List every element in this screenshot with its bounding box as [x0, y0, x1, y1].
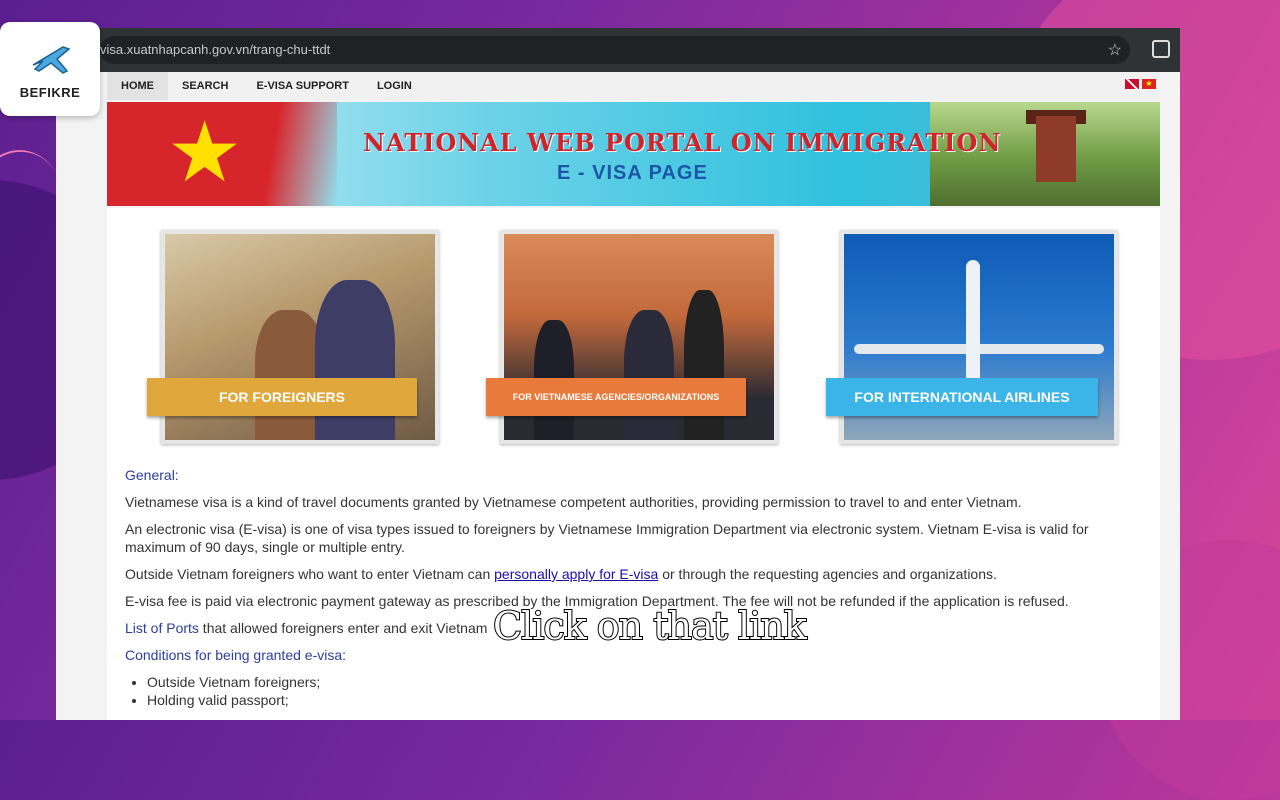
- top-nav: HOME SEARCH E-VISA SUPPORT LOGIN ★: [107, 72, 1160, 100]
- nav-evisa-support[interactable]: E-VISA SUPPORT: [242, 72, 363, 100]
- airplane-icon: [32, 45, 71, 74]
- address-bar: visa.xuatnhapcanh.gov.vn/trang-chu-ttdt …: [56, 28, 1180, 72]
- card-foreigners[interactable]: FOR FOREIGNERS: [147, 230, 439, 444]
- card-agencies[interactable]: FOR VIETNAMESE AGENCIES/ORGANIZATIONS: [486, 230, 778, 444]
- card-label-foreigners[interactable]: FOR FOREIGNERS: [147, 378, 417, 416]
- extensions-icon[interactable]: [1152, 40, 1170, 58]
- condition-item: Holding valid passport;: [147, 691, 1135, 709]
- paragraph-evisa-definition: An electronic visa (E-visa) is one of vi…: [125, 521, 1089, 555]
- condition-item: Outside Vietnam foreigners;: [147, 673, 1135, 691]
- vietnam-flag-icon[interactable]: ★: [1142, 79, 1156, 89]
- general-info: General: Vietnamese visa is a kind of tr…: [125, 466, 1135, 709]
- befikre-logo: BEFIKRE: [0, 22, 100, 116]
- portal-banner: ★ NATIONAL WEB PORTAL ON IMMIGRATION E -…: [107, 102, 1160, 206]
- apply-text-before: Outside Vietnam foreigners who want to e…: [125, 566, 495, 582]
- paragraph-apply: Outside Vietnam foreigners who want to e…: [125, 565, 1135, 583]
- brand-name: BEFIKRE: [19, 84, 81, 100]
- banner-subtitle: E - VISA PAGE: [557, 162, 708, 184]
- ports-text: that allowed foreigners enter and exit V…: [198, 620, 488, 636]
- general-heading: General:: [125, 467, 179, 483]
- card-label-airlines[interactable]: FOR INTERNATIONAL AIRLINES: [826, 378, 1098, 416]
- list-of-ports-link[interactable]: List of Ports: [125, 620, 199, 636]
- conditions-list: Outside Vietnam foreigners; Holding vali…: [125, 673, 1135, 709]
- card-airlines[interactable]: FOR INTERNATIONAL AIRLINES: [826, 230, 1118, 444]
- conditions-heading: Conditions for being granted e-visa:: [125, 647, 347, 663]
- url-text[interactable]: visa.xuatnhapcanh.gov.vn/trang-chu-ttdt: [100, 42, 330, 57]
- nav-login[interactable]: LOGIN: [363, 72, 426, 100]
- uk-flag-icon[interactable]: [1125, 79, 1139, 89]
- apply-evisa-link[interactable]: personally apply for E-visa: [494, 566, 658, 582]
- video-caption: Click on that link: [492, 603, 808, 649]
- bookmark-star-icon[interactable]: ☆: [1108, 40, 1122, 60]
- paragraph-visa-definition: Vietnamese visa is a kind of travel docu…: [125, 494, 1022, 510]
- card-label-agencies[interactable]: FOR VIETNAMESE AGENCIES/ORGANIZATIONS: [486, 378, 746, 416]
- star-icon: ★: [167, 105, 243, 199]
- apply-text-after: or through the requesting agencies and o…: [658, 566, 997, 582]
- nav-search[interactable]: SEARCH: [168, 72, 242, 100]
- banner-title: NATIONAL WEB PORTAL ON IMMIGRATION: [363, 128, 1002, 157]
- nav-home[interactable]: HOME: [107, 72, 168, 100]
- language-switcher: ★: [1125, 79, 1156, 89]
